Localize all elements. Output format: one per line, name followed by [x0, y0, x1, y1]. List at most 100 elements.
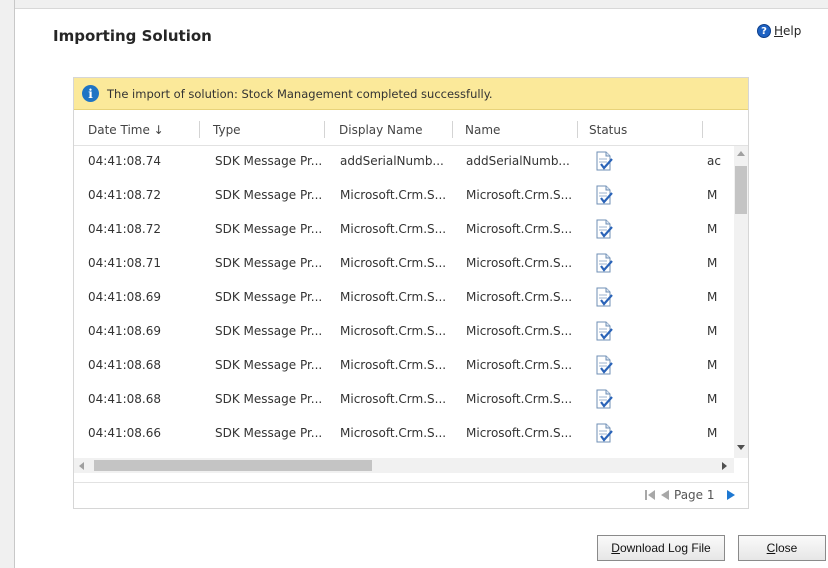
column-separator[interactable]: [702, 121, 703, 138]
cell-overflow: M: [707, 256, 718, 270]
status-complete-icon: [596, 151, 613, 171]
cell-display-name: Microsoft.Crm.S...: [340, 392, 447, 406]
cell-overflow: M: [707, 358, 718, 372]
cell-date-time: 04:41:08.72: [88, 222, 161, 236]
cell-overflow: M: [707, 392, 718, 406]
table-row[interactable]: 04:41:08.74 SDK Message Pr... addSerialNum…: [74, 146, 734, 180]
column-header-name[interactable]: Name: [465, 123, 500, 137]
scroll-down-arrow-icon[interactable]: [737, 445, 745, 450]
download-access-key: D: [611, 541, 620, 555]
cell-type: SDK Message Pr...: [215, 188, 323, 202]
download-label-rest: ownload Log File: [619, 541, 711, 555]
previous-page-icon[interactable]: [661, 490, 669, 500]
cell-type: SDK Message Pr...: [215, 324, 323, 338]
cell-date-time: 04:41:08.68: [88, 358, 161, 372]
import-log-panel: i The import of solution: Stock Manageme…: [73, 77, 749, 509]
scroll-left-arrow-icon[interactable]: [79, 462, 84, 470]
pager: Page 1: [74, 482, 748, 509]
horizontal-scroll-thumb[interactable]: [94, 460, 372, 471]
close-label: Close: [767, 541, 798, 555]
status-complete-icon: [596, 287, 613, 307]
scroll-up-arrow-icon[interactable]: [737, 151, 745, 156]
download-log-file-button[interactable]: Download Log File: [597, 535, 725, 561]
grid-header: Date Time ↓ Type Display Name Name Statu…: [74, 115, 748, 146]
table-row[interactable]: 04:41:08.66 SDK Message Pr... Microsoft.Cr…: [74, 418, 734, 452]
cell-type: SDK Message Pr...: [215, 392, 323, 406]
table-row[interactable]: 04:41:08.71 SDK Message Pr... Microsoft.Cr…: [74, 248, 734, 282]
cell-name: addSerialNumb...: [466, 154, 570, 168]
cell-date-time: 04:41:08.69: [88, 290, 161, 304]
cell-overflow: M: [707, 324, 718, 338]
notice-message: The import of solution: Stock Management…: [107, 86, 493, 101]
window-frame-left: [0, 0, 15, 568]
cell-display-name: Microsoft.Crm.S...: [340, 290, 447, 304]
cell-name: Microsoft.Crm.S...: [466, 392, 573, 406]
cell-display-name: Microsoft.Crm.S...: [340, 324, 447, 338]
status-complete-icon: [596, 423, 613, 443]
column-separator[interactable]: [577, 121, 578, 138]
help-label-rest: elp: [783, 24, 802, 38]
status-complete-icon: [596, 355, 613, 375]
cell-date-time: 04:41:08.74: [88, 154, 161, 168]
cell-name: Microsoft.Crm.S...: [466, 426, 573, 440]
status-complete-icon: [596, 185, 613, 205]
next-page-icon[interactable]: [727, 490, 735, 500]
cell-date-time: 04:41:08.66: [88, 426, 161, 440]
help-link[interactable]: ? Help: [757, 24, 801, 38]
dialog-title: Importing Solution: [53, 27, 212, 45]
table-row[interactable]: 04:41:08.68 SDK Message Pr... Microsoft.Cr…: [74, 350, 734, 384]
vertical-scroll-thumb[interactable]: [735, 166, 747, 214]
cell-overflow: M: [707, 188, 718, 202]
cell-name: Microsoft.Crm.S...: [466, 290, 573, 304]
cell-overflow: M: [707, 426, 718, 440]
cell-name: Microsoft.Crm.S...: [466, 256, 573, 270]
window-frame-top: [0, 0, 828, 9]
table-row[interactable]: 04:41:08.68 SDK Message Pr... Microsoft.Cr…: [74, 384, 734, 418]
column-separator[interactable]: [324, 121, 325, 138]
column-separator[interactable]: [452, 121, 453, 138]
status-complete-icon: [596, 219, 613, 239]
cell-display-name: Microsoft.Crm.S...: [340, 358, 447, 372]
page-label: Page 1: [674, 488, 715, 502]
cell-display-name: Microsoft.Crm.S...: [340, 426, 447, 440]
cell-type: SDK Message Pr...: [215, 426, 323, 440]
cell-type: SDK Message Pr...: [215, 222, 323, 236]
cell-name: Microsoft.Crm.S...: [466, 222, 573, 236]
cell-name: Microsoft.Crm.S...: [466, 324, 573, 338]
column-header-type[interactable]: Type: [213, 123, 241, 137]
column-header-display-name[interactable]: Display Name: [339, 123, 422, 137]
cell-overflow: ac: [707, 154, 721, 168]
cell-type: SDK Message Pr...: [215, 154, 323, 168]
help-label: Help: [774, 24, 801, 38]
status-complete-icon: [596, 389, 613, 409]
cell-date-time: 04:41:08.69: [88, 324, 161, 338]
first-page-icon[interactable]: [645, 490, 655, 500]
status-complete-icon: [596, 253, 613, 273]
table-row[interactable]: 04:41:08.69 SDK Message Pr... Microsoft.Cr…: [74, 316, 734, 350]
cell-type: SDK Message Pr...: [215, 358, 323, 372]
table-row[interactable]: 04:41:08.72 SDK Message Pr... Microsoft.Cr…: [74, 214, 734, 248]
table-row[interactable]: 04:41:08.72 SDK Message Pr... Microsoft.Cr…: [74, 180, 734, 214]
horizontal-scrollbar[interactable]: [74, 458, 734, 473]
cell-date-time: 04:41:08.72: [88, 188, 161, 202]
download-log-file-label: Download Log File: [611, 541, 710, 555]
cell-date-time: 04:41:08.68: [88, 392, 161, 406]
cell-name: Microsoft.Crm.S...: [466, 358, 573, 372]
close-label-rest: lose: [775, 541, 798, 555]
scroll-right-arrow-icon[interactable]: [722, 462, 727, 470]
help-label-access-key: H: [774, 24, 784, 38]
success-notice: i The import of solution: Stock Manageme…: [74, 78, 748, 110]
cell-date-time: 04:41:08.71: [88, 256, 161, 270]
cell-type: SDK Message Pr...: [215, 290, 323, 304]
close-button[interactable]: Close: [738, 535, 826, 561]
cell-name: Microsoft.Crm.S...: [466, 188, 573, 202]
column-header-date-time[interactable]: Date Time ↓: [88, 123, 164, 137]
cell-display-name: addSerialNumb...: [340, 154, 444, 168]
vertical-scrollbar[interactable]: [734, 146, 748, 458]
cell-display-name: Microsoft.Crm.S...: [340, 222, 447, 236]
column-header-status[interactable]: Status: [589, 123, 627, 137]
table-row[interactable]: 04:41:08.69 SDK Message Pr... Microsoft.Cr…: [74, 282, 734, 316]
status-complete-icon: [596, 321, 613, 341]
cell-display-name: Microsoft.Crm.S...: [340, 188, 447, 202]
column-separator[interactable]: [199, 121, 200, 138]
